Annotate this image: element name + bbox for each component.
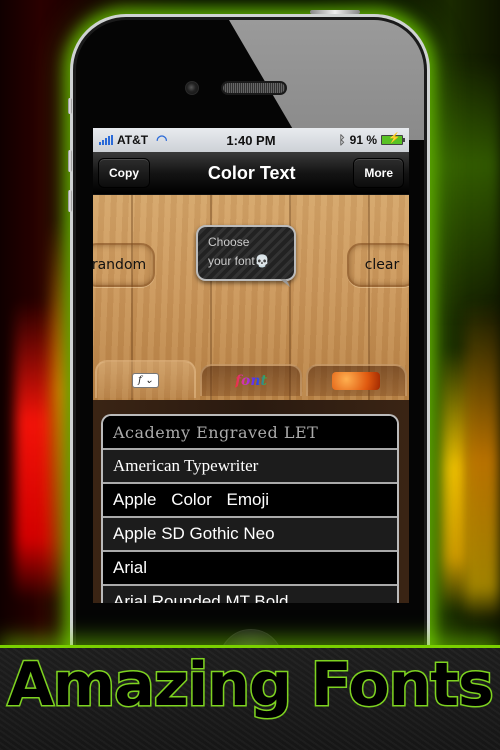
app-screen: AT&T ◠ 1:40 PM ᛒ 91 % ⚡ Copy Color Text … <box>93 128 409 603</box>
tab-texture[interactable] <box>305 364 407 396</box>
tab-font-family[interactable]: f ⌄ <box>95 360 197 398</box>
style-tabs: f ⌄ font <box>93 358 409 400</box>
tab-font-color[interactable]: font <box>200 364 302 396</box>
font-list-item[interactable]: Arial <box>103 552 397 586</box>
volume-up-button[interactable] <box>68 150 72 172</box>
font-list[interactable]: Academy Engraved LET American Typewriter… <box>101 414 399 603</box>
clear-button[interactable]: clear <box>347 243 409 287</box>
light-beam <box>430 60 500 320</box>
front-camera <box>185 81 199 95</box>
carrier-label: AT&T <box>117 133 149 147</box>
bubble-text-line2: your font <box>208 254 255 269</box>
font-list-item[interactable]: Apple SD Gothic Neo <box>103 518 397 552</box>
navigation-bar: Copy Color Text More <box>93 152 409 195</box>
random-button[interactable]: random <box>93 243 155 287</box>
light-beam <box>50 220 72 600</box>
chevron-down-icon: ⌄ <box>144 374 154 386</box>
banner-title: Amazing Fonts <box>6 649 495 722</box>
screen-glare <box>229 20 424 140</box>
promo-banner: Amazing Fonts <box>0 645 500 750</box>
more-button[interactable]: More <box>353 158 404 188</box>
bluetooth-icon: ᛒ <box>338 133 346 147</box>
wifi-icon: ◠ <box>156 132 168 147</box>
volume-down-button[interactable] <box>68 190 72 212</box>
font-family-selector: f ⌄ <box>132 372 160 388</box>
mute-switch[interactable] <box>68 98 72 114</box>
power-button[interactable] <box>310 10 360 14</box>
earpiece-speaker <box>221 81 287 95</box>
font-list-panel: Academy Engraved LET American Typewriter… <box>93 400 409 603</box>
page-title: Color Text <box>207 162 296 183</box>
bubble-text-line1: Choose <box>208 235 250 249</box>
copy-button[interactable]: Copy <box>98 158 150 188</box>
battery-percent: 91 % <box>349 133 377 147</box>
text-preview-bubble[interactable]: Choose your font💀 <box>196 225 296 281</box>
battery-charging-icon: ⚡ <box>381 133 405 145</box>
font-list-item[interactable]: Arial Rounded MT Bold <box>103 586 397 603</box>
font-list-item[interactable]: Apple Color Emoji <box>103 484 397 518</box>
light-beam <box>465 300 500 620</box>
font-color-label: font <box>234 373 267 389</box>
fire-texture-swatch <box>332 372 381 390</box>
skull-icon: 💀 <box>254 254 270 269</box>
font-list-item[interactable]: American Typewriter <box>103 450 397 484</box>
light-beam <box>15 300 55 600</box>
font-list-item[interactable]: Academy Engraved LET <box>103 416 397 450</box>
light-beam <box>440 350 468 610</box>
status-bar: AT&T ◠ 1:40 PM ᛒ 91 % ⚡ <box>93 128 409 152</box>
signal-icon <box>99 135 113 145</box>
